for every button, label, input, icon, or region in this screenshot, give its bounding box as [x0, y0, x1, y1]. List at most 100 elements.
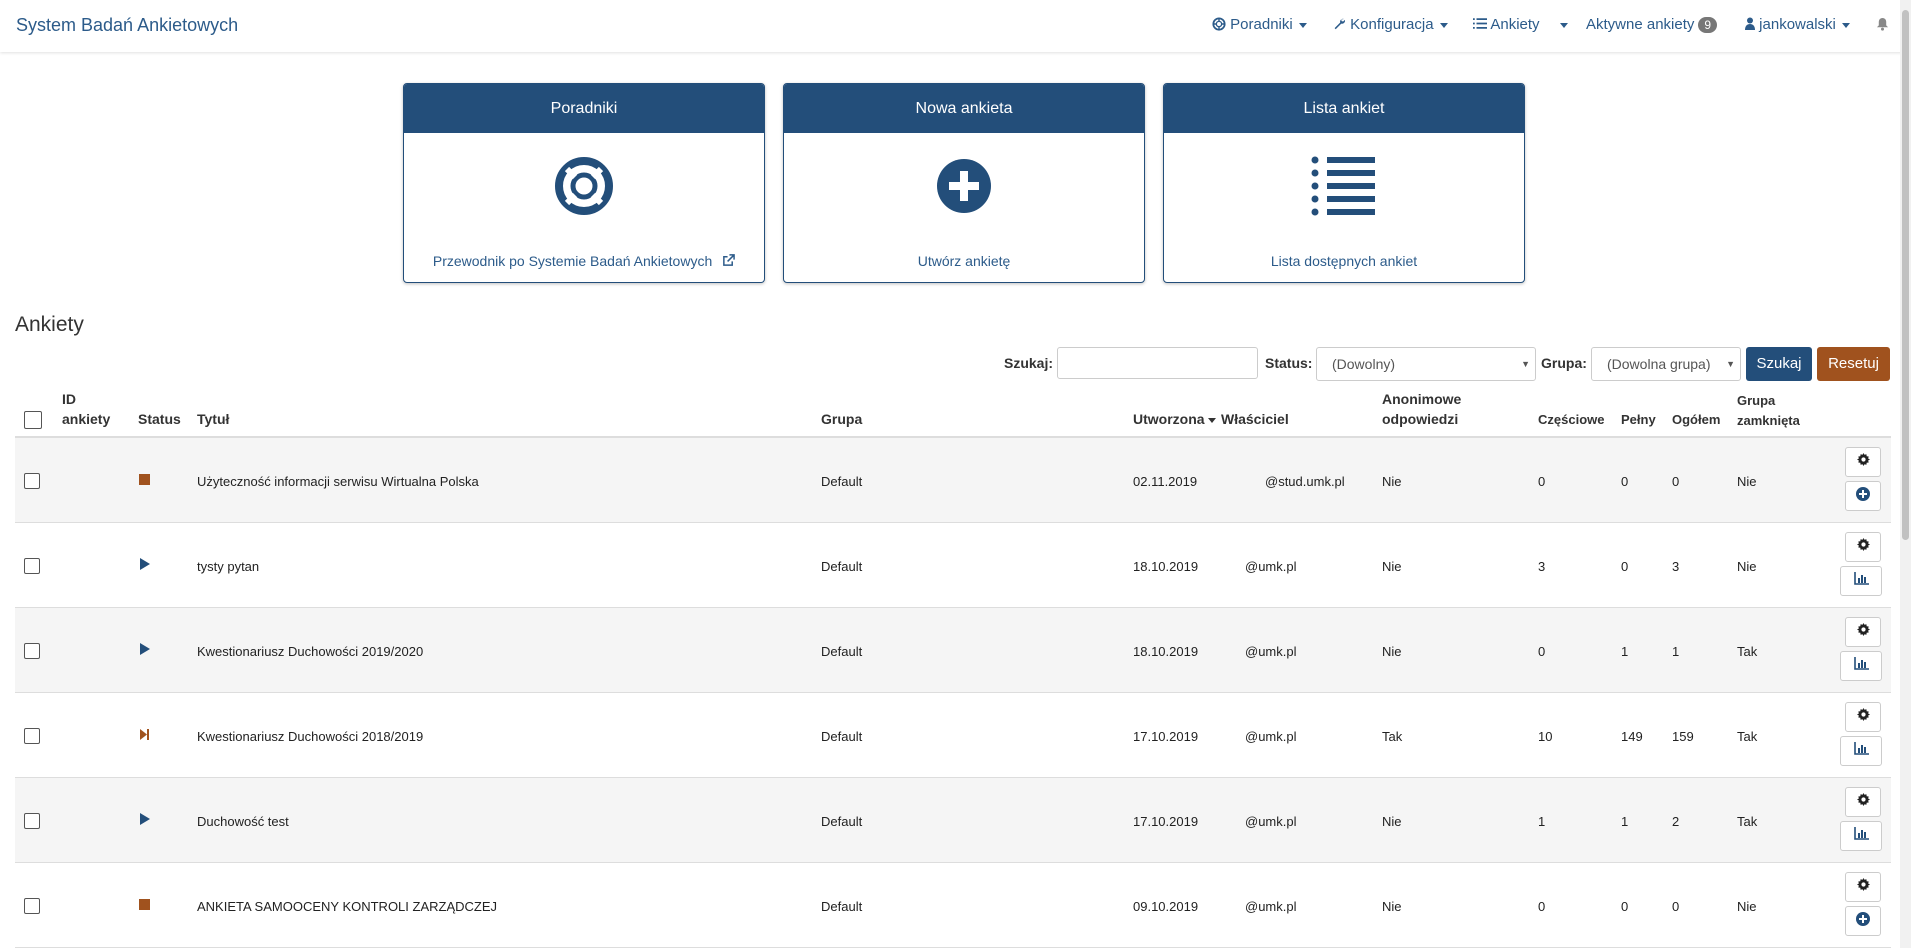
card-link-lista[interactable]: Lista dostępnych ankiet [1164, 253, 1524, 269]
card-title: Lista ankiet [1164, 84, 1524, 133]
survey-statistics-button[interactable] [1840, 736, 1882, 766]
col-header-total[interactable]: Ogółem [1672, 410, 1720, 430]
card-link-przewodnik[interactable]: Przewodnik po Systemie Badań Ankietowych [404, 253, 764, 269]
nav-user-label: jankowalski [1759, 16, 1836, 33]
row-checkbox[interactable] [24, 813, 40, 829]
card-lista-ankiet[interactable]: Lista ankiet Lista dostępnych ankiet [1163, 83, 1525, 283]
page-scrollbar[interactable] [1900, 0, 1911, 948]
table-row: Użyteczność informacji serwisu Wirtualna… [15, 438, 1891, 523]
survey-created-date: 02.11.2019 [1133, 474, 1198, 489]
survey-group: Default [821, 474, 863, 489]
survey-settings-button[interactable] [1845, 787, 1881, 817]
group-select[interactable]: (Dowolna grupa) ▼ [1591, 347, 1741, 381]
col-header-partial[interactable]: Częściowe [1538, 410, 1604, 430]
col-header-created[interactable]: Utworzona [1133, 409, 1216, 429]
survey-created-date: 17.10.2019 [1133, 814, 1199, 829]
survey-title-link[interactable]: Kwestionariusz Duchowości 2018/2019 [197, 729, 423, 744]
survey-total-count: 3 [1672, 559, 1680, 574]
survey-title-link[interactable]: tysty pytan [197, 559, 259, 574]
survey-settings-button[interactable] [1845, 532, 1881, 562]
survey-full-count: 1 [1621, 644, 1629, 659]
survey-anonymous: Tak [1382, 729, 1403, 744]
survey-full-count: 1 [1621, 814, 1629, 829]
col-header-title[interactable]: Tytuł [197, 409, 229, 429]
row-checkbox[interactable] [24, 898, 40, 914]
plus-circle-icon [1856, 486, 1870, 506]
survey-full-count: 0 [1621, 474, 1629, 489]
status-active-icon [139, 643, 150, 658]
survey-title-link[interactable]: Kwestionariusz Duchowości 2019/2020 [197, 644, 423, 659]
nav-user-menu[interactable]: jankowalski [1745, 16, 1850, 33]
survey-statistics-button[interactable] [1840, 566, 1882, 596]
status-active-icon [139, 813, 150, 828]
search-input[interactable] [1057, 347, 1258, 379]
col-header-owner[interactable]: Właściciel [1221, 409, 1289, 429]
lifebuoy-icon [1212, 17, 1226, 31]
survey-settings-button[interactable] [1845, 872, 1881, 902]
reset-button[interactable]: Resetuj [1817, 347, 1890, 381]
chevron-down-icon: ▼ [1521, 359, 1530, 369]
notifications-bell[interactable] [1876, 17, 1889, 35]
survey-group: Default [821, 644, 863, 659]
plus-circle-icon [784, 156, 1144, 221]
row-checkbox[interactable] [24, 558, 40, 574]
survey-settings-button[interactable] [1845, 702, 1881, 732]
card-link-utworz[interactable]: Utwórz ankietę [784, 253, 1144, 269]
survey-title-link[interactable]: Duchowość test [197, 814, 289, 829]
section-title: Ankiety [15, 313, 84, 336]
activate-survey-button[interactable] [1845, 906, 1881, 936]
survey-partial-count: 3 [1538, 559, 1546, 574]
survey-settings-button[interactable] [1845, 617, 1881, 647]
survey-settings-button[interactable] [1845, 447, 1881, 477]
survey-group: Default [821, 899, 863, 914]
nav-poradniki[interactable]: Poradniki [1212, 16, 1307, 33]
survey-full-count: 0 [1621, 899, 1629, 914]
chevron-down-icon [1439, 22, 1448, 28]
nav-konfiguracja-label: Konfiguracja [1350, 16, 1434, 33]
survey-group-closed: Nie [1737, 559, 1757, 574]
search-label: Szukaj: [1004, 355, 1054, 371]
nav-ankiety-label: Ankiety [1490, 16, 1540, 33]
bell-icon [1876, 17, 1889, 31]
select-all-checkbox[interactable] [24, 411, 42, 429]
nav-aktywne-ankiety[interactable]: Aktywne ankiety 9 [1586, 16, 1718, 33]
col-header-full[interactable]: Pełny [1621, 410, 1656, 430]
activate-survey-button[interactable] [1845, 481, 1881, 511]
card-title: Nowa ankieta [784, 84, 1144, 133]
card-poradniki[interactable]: Poradniki Przewodnik po Systemie Badań A… [403, 83, 765, 283]
row-checkbox[interactable] [24, 728, 40, 744]
survey-statistics-button[interactable] [1840, 651, 1882, 681]
col-header-id[interactable]: ID ankiety [62, 389, 110, 429]
survey-group-closed: Nie [1737, 899, 1757, 914]
nav-ankiety-dropdown-toggle[interactable] [1554, 16, 1568, 33]
nav-ankiety[interactable]: Ankiety [1473, 16, 1540, 33]
survey-created-date: 09.10.2019 [1133, 899, 1199, 914]
survey-title-link[interactable]: Użyteczność informacji serwisu Wirtualna… [197, 474, 479, 489]
scrollbar-thumb[interactable] [1902, 10, 1909, 540]
status-select[interactable]: (Dowolny) ▼ [1316, 347, 1536, 381]
col-header-group-closed[interactable]: Grupa zamknięta [1737, 391, 1800, 431]
nav-konfiguracja[interactable]: Konfiguracja [1333, 16, 1448, 33]
external-link-icon [723, 254, 735, 266]
col-header-status[interactable]: Status [138, 409, 181, 429]
survey-owner: @umk.pl [1245, 729, 1297, 744]
survey-anonymous: Nie [1382, 899, 1402, 914]
card-nowa-ankieta[interactable]: Nowa ankieta Utwórz ankietę [783, 83, 1145, 283]
survey-total-count: 159 [1672, 729, 1694, 744]
col-header-anonymous[interactable]: Anonimowe odpowiedzi [1382, 389, 1461, 429]
app-brand[interactable]: System Badań Ankietowych [16, 15, 238, 36]
table-row: Kwestionariusz Duchowości 2019/2020 Defau… [15, 608, 1891, 693]
search-button[interactable]: Szukaj [1746, 347, 1812, 381]
user-icon [1745, 17, 1755, 30]
col-header-group[interactable]: Grupa [821, 409, 862, 429]
list-icon [1164, 156, 1524, 221]
wrench-icon [1334, 18, 1345, 30]
row-checkbox[interactable] [24, 643, 40, 659]
row-checkbox[interactable] [24, 473, 40, 489]
status-stopped-icon [139, 898, 150, 913]
survey-partial-count: 0 [1538, 474, 1546, 489]
sort-desc-icon [1207, 417, 1216, 423]
survey-statistics-button[interactable] [1840, 821, 1882, 851]
survey-title-link[interactable]: ANKIETA SAMOOCENY KONTROLI ZARZĄDCZEJ [197, 899, 497, 914]
status-label: Status: [1265, 355, 1313, 371]
